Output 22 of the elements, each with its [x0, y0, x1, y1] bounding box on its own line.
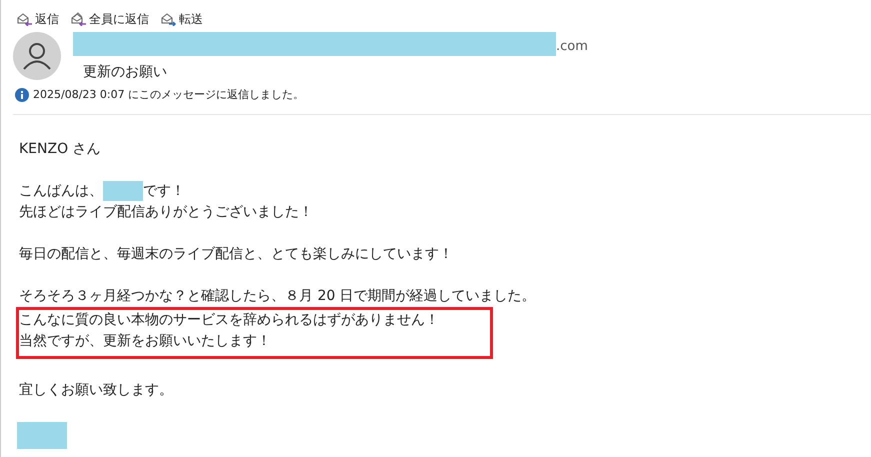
toolbar-button[interactable]: 全員に返信 [71, 10, 149, 28]
body-text: 毎日の配信と、毎週末のライブ配信と、とても楽しみにしています！ [19, 244, 454, 264]
toolbar-button[interactable]: 返信 [17, 10, 59, 28]
reply-info: 2025/08/23 0:07 にこのメッセージに返信しました。 [33, 87, 304, 103]
subject: 更新のお願い [82, 63, 168, 82]
redaction-block [103, 181, 143, 201]
redaction-block [17, 422, 67, 448]
body-text: こんなに質の良い本物のサービスを辞められるはずがありません！ [19, 310, 440, 330]
sender-address: .com [556, 38, 588, 56]
body-text: こんばんは、 [19, 182, 103, 200]
info-icon [15, 88, 29, 102]
body-text: 先ほどはライブ配信ありがとうございました！ [19, 202, 314, 222]
body-text: です！ [143, 182, 185, 200]
body-text: KENZO さん [19, 140, 102, 158]
body-text: 当然ですが、更新をお願いいたします！ [19, 332, 272, 350]
body-text: そろそろ３ヶ月経つかな？と確認したら、８月 20 日で期間が経過していました。 [19, 286, 537, 306]
body-text: 宜しくお願い致します。 [19, 380, 174, 400]
reply-icon [17, 12, 33, 26]
reply-icon [71, 12, 87, 26]
forward-icon [161, 12, 177, 26]
avatar-icon [13, 32, 61, 80]
toolbar-button[interactable]: 転送 [161, 10, 203, 28]
